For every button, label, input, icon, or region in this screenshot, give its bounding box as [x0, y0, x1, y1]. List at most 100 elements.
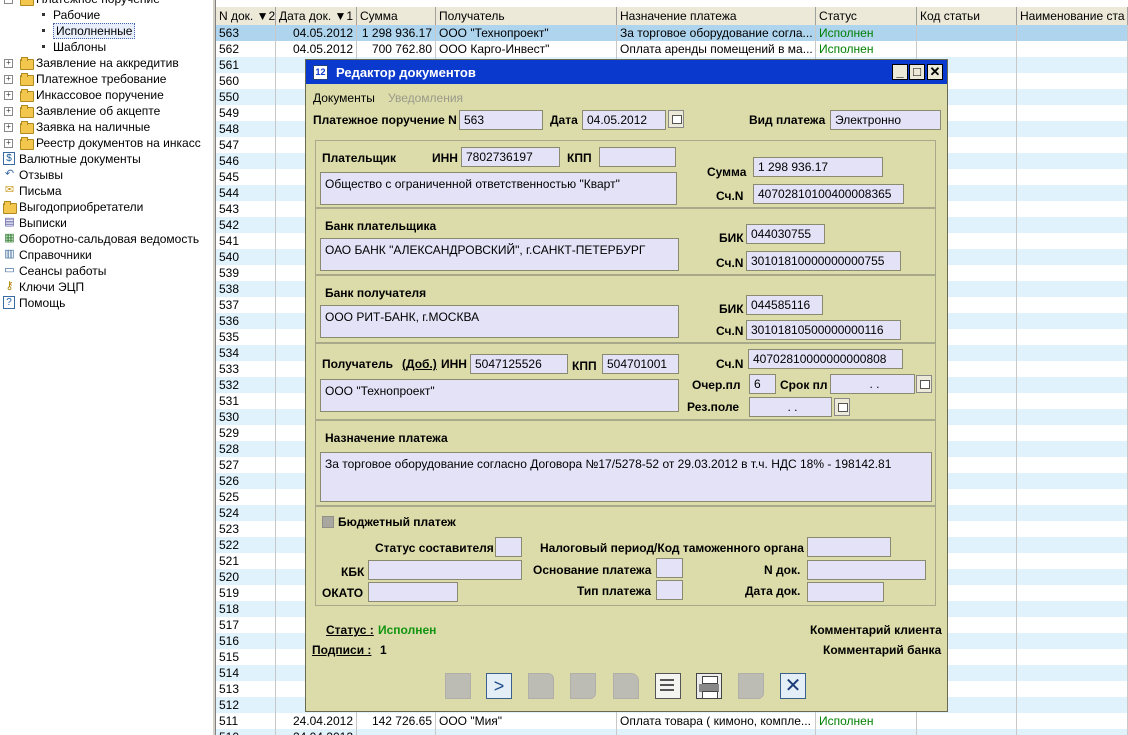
- table-cell: [1017, 233, 1128, 249]
- expand-icon[interactable]: +: [4, 107, 13, 116]
- tree-item-label: Выписки: [19, 216, 67, 230]
- payee-bank-name-field[interactable]: ООО РИТ-БАНК, г.МОСКВА: [320, 305, 679, 338]
- payer-group: Плательщик ИНН 7802736197 КПП Общество с…: [315, 140, 936, 208]
- table-cell: [1017, 329, 1128, 345]
- payer-bank-account-field[interactable]: 30101810000000000755: [746, 251, 901, 271]
- recall-icon: ↶: [4, 168, 15, 180]
- table-cell: 24.04.2012: [276, 713, 357, 729]
- payer-name-field[interactable]: Общество с ограниченной ответственностью…: [320, 172, 677, 205]
- close-window-button[interactable]: ✕: [927, 64, 943, 80]
- payee-inn-field[interactable]: 5047125526: [470, 354, 568, 374]
- tree-item-label: Выгодоприобретатели: [19, 200, 144, 214]
- menu-documents[interactable]: Документы: [313, 91, 375, 105]
- column-header[interactable]: Дата док. ▼1: [276, 7, 357, 25]
- payee-account-label: Сч.N: [716, 357, 744, 371]
- table-cell: [1017, 649, 1128, 665]
- date-field[interactable]: 04.05.2012: [582, 110, 666, 130]
- payee-bik-field[interactable]: 044585116: [746, 295, 823, 315]
- column-header[interactable]: Назначение платежа: [617, 7, 816, 25]
- table-row[interactable]: 562 04.05.2012 700 762.80 ООО Карго-Инвест"…: [216, 41, 1128, 57]
- table-row[interactable]: 51024.04.2012: [216, 729, 1128, 735]
- expand-icon[interactable]: +: [4, 139, 13, 148]
- payee-name-field[interactable]: ООО "Технопроект": [320, 379, 679, 412]
- dialog-titlebar[interactable]: 12 Редактор документов _ □ ✕: [306, 60, 947, 84]
- column-header[interactable]: N док. ▼2: [216, 7, 276, 25]
- minimize-button[interactable]: _: [892, 64, 908, 80]
- column-header[interactable]: Статус: [816, 7, 917, 25]
- expand-icon[interactable]: +: [4, 123, 13, 132]
- composer-status-field[interactable]: [495, 537, 522, 557]
- calendar-icon[interactable]: [668, 110, 684, 128]
- doc-number-field[interactable]: 563: [459, 110, 543, 130]
- expand-icon[interactable]: +: [4, 75, 13, 84]
- tree-item-label: Реестр документов на инкасс: [36, 136, 201, 150]
- maximize-button[interactable]: □: [909, 64, 925, 80]
- expand-icon[interactable]: −: [4, 0, 13, 4]
- basis-field[interactable]: [656, 558, 683, 578]
- budget-checkbox[interactable]: [322, 516, 334, 528]
- kbk-field[interactable]: [368, 560, 522, 580]
- table-cell: 523: [216, 521, 276, 537]
- folder-icon: [20, 137, 34, 150]
- column-header[interactable]: Наименование ста: [1017, 7, 1128, 25]
- payer-kpp-field[interactable]: [599, 147, 676, 167]
- okato-field[interactable]: [368, 582, 458, 602]
- order-field[interactable]: 6: [749, 374, 776, 394]
- client-comment-link[interactable]: Комментарий клиента: [810, 623, 942, 637]
- pay-kind-field[interactable]: [656, 580, 683, 600]
- new-icon[interactable]: [445, 673, 471, 699]
- table-cell: 540: [216, 249, 276, 265]
- document-icon[interactable]: [655, 673, 681, 699]
- expand-icon[interactable]: +: [4, 91, 13, 100]
- column-header[interactable]: Код статьи: [917, 7, 1017, 25]
- payer-account-field[interactable]: 40702810100400008365: [753, 184, 904, 204]
- table-cell: За торговое оборудование согла...: [617, 25, 816, 41]
- payer-bik-field[interactable]: 044030755: [746, 224, 825, 244]
- save-icon[interactable]: [570, 673, 596, 699]
- payer-inn-field[interactable]: 7802736197: [461, 147, 560, 167]
- tax-period-field[interactable]: [807, 537, 891, 557]
- sign-icon[interactable]: [738, 673, 764, 699]
- table-cell: 548: [216, 121, 276, 137]
- folder-icon: [3, 201, 17, 214]
- purpose-field[interactable]: За торговое оборудование согласно Догово…: [320, 452, 932, 502]
- next-icon[interactable]: >: [486, 673, 512, 699]
- copy-icon[interactable]: [528, 673, 554, 699]
- pay-type-field[interactable]: Электронно: [830, 110, 941, 130]
- column-header[interactable]: Сумма: [357, 7, 436, 25]
- table-cell: [1017, 425, 1128, 441]
- menu-notifications[interactable]: Уведомления: [388, 91, 463, 105]
- sum-field[interactable]: 1 298 936.17: [753, 157, 883, 177]
- payee-kpp-field[interactable]: 504701001: [602, 354, 679, 374]
- term-field[interactable]: . .: [830, 374, 915, 394]
- table-cell: [1017, 473, 1128, 489]
- payee-add-link[interactable]: (Доб.): [402, 357, 437, 371]
- payee-bank-account-field[interactable]: 30101810500000000116: [746, 320, 901, 340]
- bank-comment-link[interactable]: Комментарий банка: [823, 643, 941, 657]
- reserve-field[interactable]: . .: [749, 397, 832, 417]
- table-cell: [1017, 281, 1128, 297]
- term-calendar-icon[interactable]: [916, 375, 932, 393]
- column-header[interactable]: Получатель: [436, 7, 617, 25]
- signs-label[interactable]: Подписи :: [312, 643, 371, 657]
- table-row[interactable]: 563 04.05.2012 1 298 936.17 ООО "Технопроек…: [216, 25, 1128, 41]
- doc-date-field[interactable]: [807, 582, 884, 602]
- table-row[interactable]: 511 24.04.2012 142 726.65 ООО "Мия" Оплата т…: [216, 713, 1128, 729]
- doc-no-field[interactable]: [807, 560, 926, 580]
- edit-icon[interactable]: [613, 673, 639, 699]
- reserve-calendar-icon[interactable]: [834, 398, 850, 416]
- table-cell: 519: [216, 585, 276, 601]
- table-cell: [1017, 729, 1128, 735]
- folder-icon: [20, 73, 34, 86]
- table-cell: 514: [216, 665, 276, 681]
- currency-icon: $: [3, 152, 15, 165]
- close-icon[interactable]: ✕: [780, 673, 806, 699]
- expand-icon[interactable]: +: [4, 59, 13, 68]
- payer-bank-name-field[interactable]: ОАО БАНК "АЛЕКСАНДРОВСКИЙ", г.САНКТ-ПЕТЕ…: [320, 238, 679, 271]
- pay-kind-label: Тип платежа: [577, 584, 652, 598]
- payee-account-field[interactable]: 40702810000000000808: [748, 349, 903, 369]
- signs-value: 1: [380, 643, 387, 657]
- kbk-label: КБК: [341, 565, 365, 579]
- table-cell: [1017, 409, 1128, 425]
- print-icon[interactable]: [696, 673, 722, 699]
